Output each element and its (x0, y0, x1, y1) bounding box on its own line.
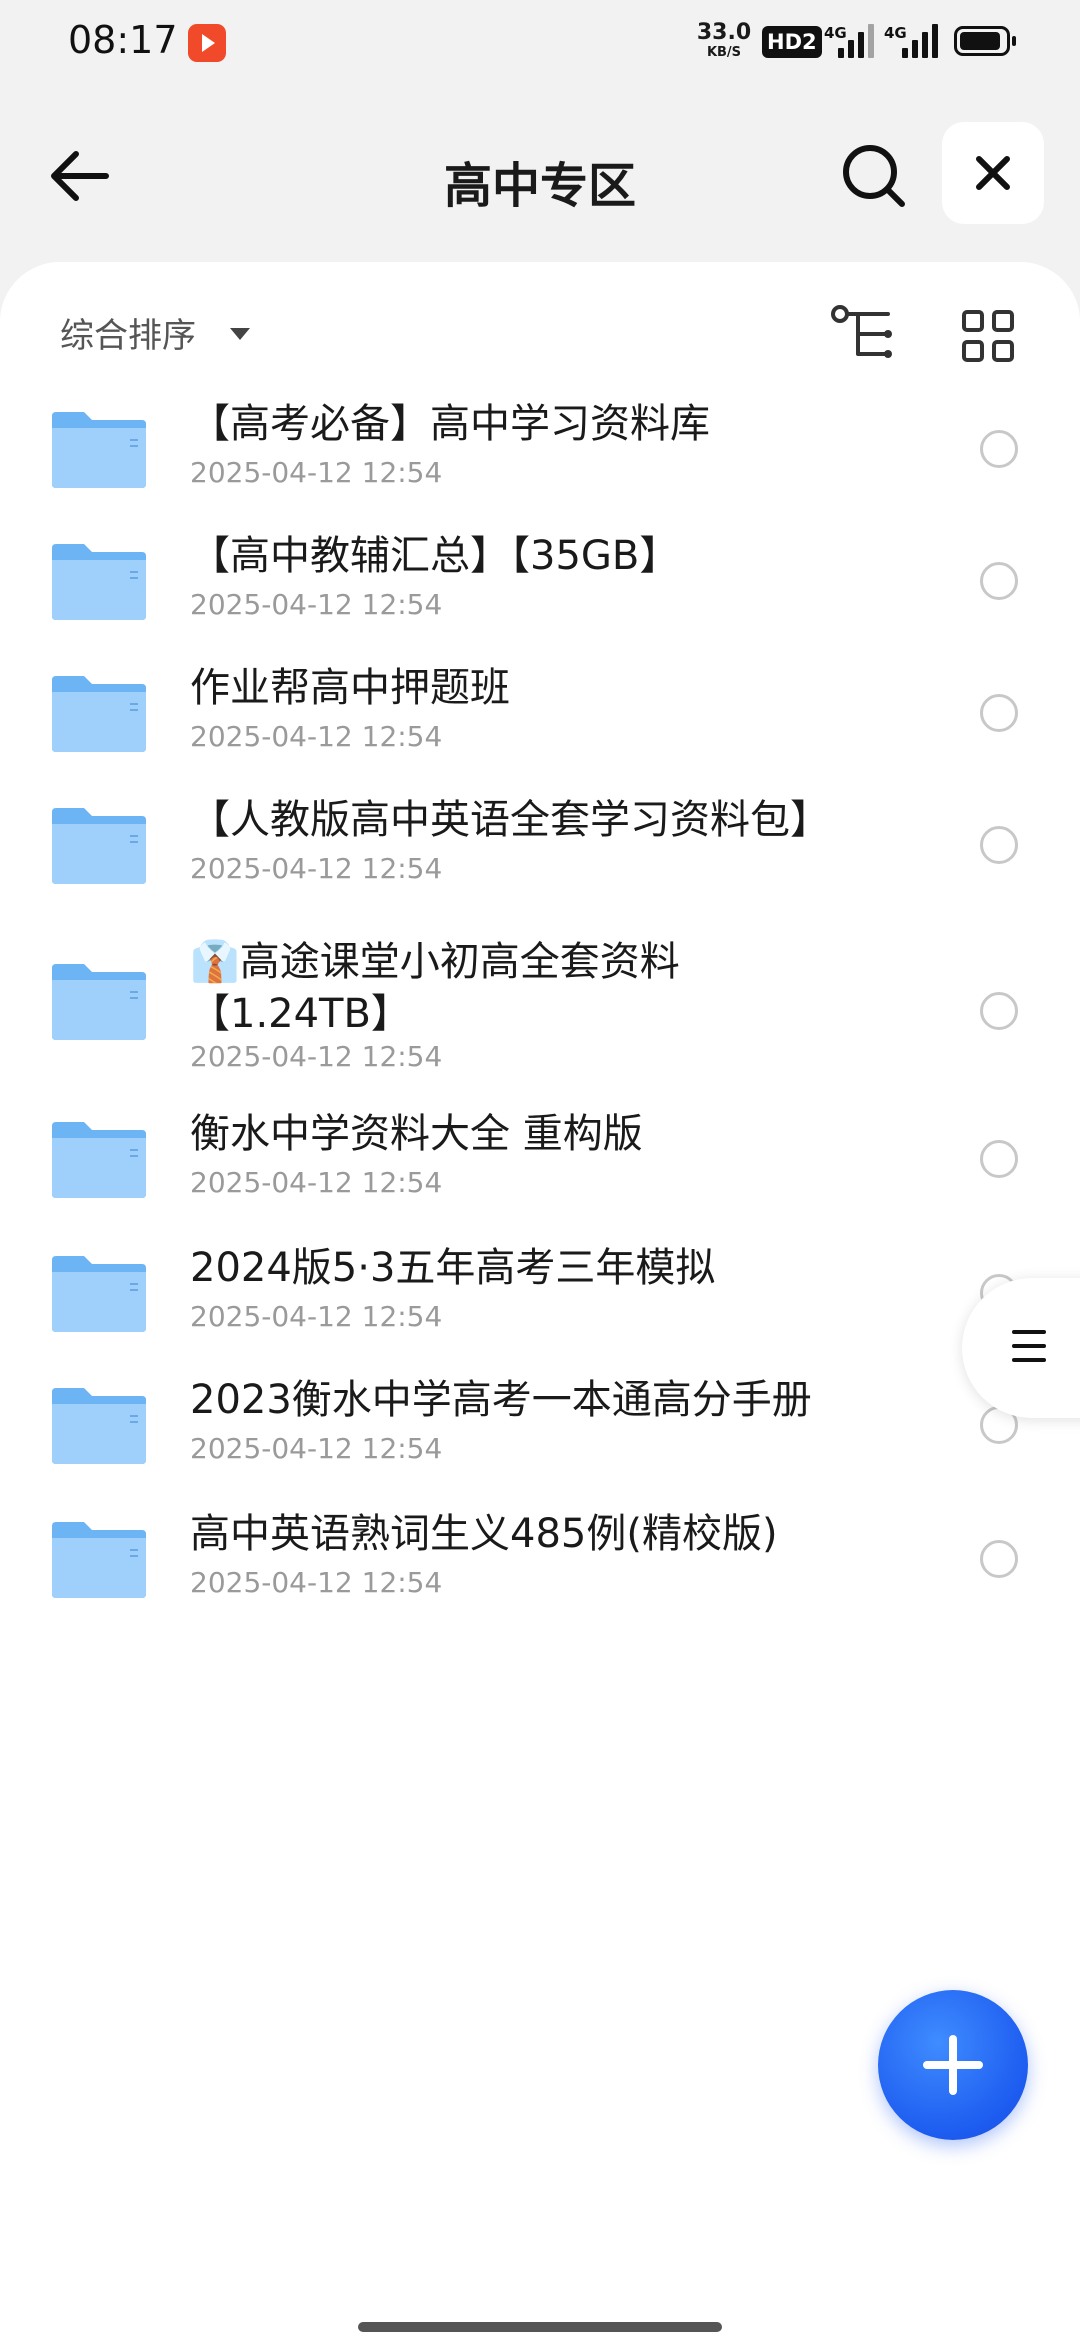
list-item[interactable]: 高中英语熟词生义485例(精校版) 2025-04-12 12:54 (0, 1470, 1080, 1650)
file-name: 👔高途课堂小初高全套资料【1.24TB】 (190, 939, 680, 1037)
status-bar: 08:17 33.0 KB/S HD2 4G 4G (0, 0, 1080, 84)
folder-icon (52, 412, 146, 488)
status-time: 08:17 (68, 18, 178, 62)
tree-view-icon (831, 305, 892, 358)
signal-1-label: 4G (824, 24, 847, 42)
signal-1-icon: 4G (824, 24, 874, 58)
search-button[interactable] (834, 136, 914, 216)
select-radio[interactable] (980, 826, 1018, 864)
file-date: 2025-04-12 12:54 (190, 1166, 443, 1199)
file-date: 2025-04-12 12:54 (190, 852, 443, 885)
file-date: 2025-04-12 12:54 (190, 588, 443, 621)
battery-icon (954, 26, 1016, 56)
network-speed: 33.0 KB/S (696, 20, 752, 60)
folder-icon (52, 676, 146, 752)
menu-icon (1012, 1330, 1046, 1372)
arrow-left-icon (51, 151, 109, 201)
screen: 08:17 33.0 KB/S HD2 4G 4G 高中专区 【高考必备】高中学… (0, 0, 1080, 2340)
back-button[interactable] (40, 136, 120, 216)
select-radio[interactable] (980, 430, 1018, 468)
network-speed-value: 33.0 (696, 20, 752, 45)
search-icon (843, 145, 905, 207)
select-radio[interactable] (980, 694, 1018, 732)
file-date: 2025-04-12 12:54 (190, 1040, 443, 1073)
network-speed-unit: KB/S (706, 45, 742, 60)
folder-icon (52, 964, 146, 1040)
caret-down-icon[interactable] (230, 328, 250, 340)
file-date: 2025-04-12 12:54 (190, 1566, 443, 1599)
file-name: 【人教版高中英语全套学习资料包】 (190, 797, 830, 843)
close-button[interactable] (942, 122, 1044, 224)
file-name: 2023衡水中学高考一本通高分手册 (190, 1377, 812, 1423)
select-radio[interactable] (980, 1140, 1018, 1178)
hd-voice-badge: HD2 (762, 26, 822, 58)
add-button[interactable] (878, 1990, 1028, 2140)
home-indicator[interactable] (358, 2322, 722, 2332)
tree-view-button[interactable] (828, 302, 898, 368)
folder-icon (52, 1122, 146, 1198)
grid-view-button[interactable] (960, 308, 1016, 364)
video-app-icon (188, 24, 226, 62)
folder-icon (52, 1388, 146, 1464)
folder-icon (52, 1522, 146, 1598)
page-title: 高中专区 (443, 158, 636, 214)
select-radio[interactable] (980, 562, 1018, 600)
folder-icon (52, 1256, 146, 1332)
file-name: 【高中教辅汇总】【35GB】 (190, 533, 680, 579)
file-date: 2025-04-12 12:54 (190, 1432, 443, 1465)
signal-2-icon: 4G (882, 24, 938, 58)
file-name: 衡水中学资料大全 重构版 (190, 1111, 643, 1157)
sort-dropdown[interactable]: 综合排序 (60, 308, 196, 357)
file-name: 高中英语熟词生义485例(精校版) (190, 1511, 778, 1557)
file-name: 2024版5·3五年高考三年模拟 (190, 1245, 716, 1291)
close-icon (976, 156, 1010, 190)
select-radio[interactable] (980, 992, 1018, 1030)
folder-icon (52, 808, 146, 884)
signal-2-label: 4G (884, 24, 907, 42)
file-date: 2025-04-12 12:54 (190, 1300, 443, 1333)
select-radio[interactable] (980, 1540, 1018, 1578)
file-date: 2025-04-12 12:54 (190, 456, 443, 489)
list-item[interactable]: 👔高途课堂小初高全套资料【1.24TB】 2025-04-12 12:54 (0, 892, 1080, 1092)
folder-icon (52, 544, 146, 620)
file-name: 【高考必备】高中学习资料库 (190, 401, 710, 447)
file-name: 作业帮高中押题班 (190, 665, 510, 711)
grid-view-icon (962, 310, 1014, 362)
file-date: 2025-04-12 12:54 (190, 720, 443, 753)
sort-toolbar: 综合排序 (0, 262, 1080, 392)
